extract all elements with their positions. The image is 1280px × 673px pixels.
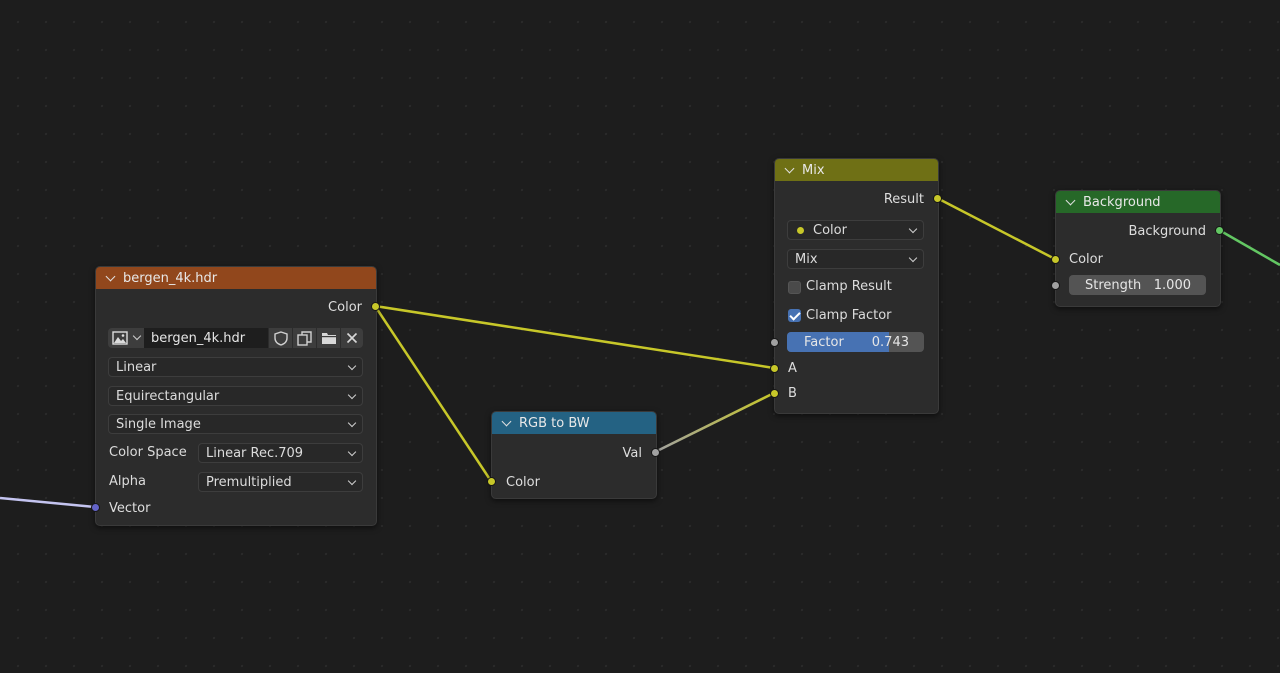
collapse-chevron-icon[interactable]	[1065, 195, 1076, 206]
mix-blend-mode-dropdown[interactable]: Mix	[787, 249, 924, 269]
chevron-down-icon	[132, 331, 142, 341]
link-background-to-output[interactable]	[1218, 228, 1280, 267]
source-dropdown[interactable]: Single Image	[108, 414, 363, 434]
link-image-to-rgbtobw[interactable]	[373, 305, 493, 482]
collapse-chevron-icon[interactable]	[784, 163, 795, 174]
mix-title: Mix	[802, 162, 825, 178]
image-texture-node[interactable]: bergen_4k.hdr Color bergen_4k.hdr Linear…	[91, 266, 380, 526]
mix-input-b-socket[interactable]	[770, 389, 779, 398]
mix-input-b-label: B	[788, 385, 797, 401]
chevron-down-icon	[908, 253, 918, 263]
fake-user-button[interactable]	[269, 328, 292, 348]
alpha-dropdown[interactable]: Premultiplied	[198, 472, 363, 492]
image-input-vector-row: Vector	[96, 497, 376, 519]
link-incoming-vector[interactable]	[0, 496, 96, 509]
source-value: Single Image	[116, 416, 201, 432]
clamp-result-label: Clamp Result	[806, 279, 892, 294]
open-image-button[interactable]	[317, 328, 340, 348]
rgb-to-bw-output-val-label: Val	[622, 445, 642, 461]
background-input-color-label: Color	[1069, 251, 1103, 267]
image-browse-button[interactable]	[108, 328, 144, 348]
alpha-value: Premultiplied	[206, 474, 292, 490]
factor-value: 0.743	[871, 334, 909, 350]
color-space-label: Color Space	[109, 445, 187, 460]
color-space-value: Linear Rec.709	[206, 445, 304, 461]
background-output-row: Background	[1056, 220, 1220, 242]
mix-input-a-label: A	[788, 360, 797, 376]
chevron-down-icon	[347, 361, 357, 371]
mix-input-b-row: B	[775, 382, 938, 404]
background-node[interactable]: Background Background Color Strength 1.0…	[1051, 190, 1224, 307]
chevron-down-icon	[908, 224, 918, 234]
strength-field[interactable]: Strength 1.000	[1069, 275, 1206, 295]
folder-icon	[321, 333, 336, 344]
rgb-to-bw-input-row: Color	[492, 471, 656, 493]
mix-data-type-dropdown[interactable]: Color	[787, 220, 924, 240]
mix-input-factor-socket[interactable]	[770, 338, 779, 347]
mix-output-result-socket[interactable]	[933, 194, 942, 203]
close-icon	[346, 332, 358, 344]
interpolation-dropdown[interactable]: Linear	[108, 357, 363, 377]
projection-dropdown[interactable]: Equirectangular	[108, 386, 363, 406]
image-output-color-label: Color	[328, 299, 362, 315]
link-rgbtobw-to-mix-b[interactable]	[654, 391, 775, 454]
unlink-image-button[interactable]	[341, 328, 363, 348]
duplicate-icon	[297, 330, 312, 346]
rgb-to-bw-output-val-socket[interactable]	[651, 448, 660, 457]
image-name-field[interactable]: bergen_4k.hdr	[144, 328, 268, 348]
mix-input-a-row: A	[775, 357, 938, 379]
color-space-dropdown[interactable]: Linear Rec.709	[198, 443, 363, 463]
rgb-to-bw-title: RGB to BW	[519, 415, 590, 431]
mix-blend-mode-value: Mix	[795, 251, 818, 267]
link-mix-to-background[interactable]	[936, 196, 1056, 261]
image-input-vector-label: Vector	[109, 500, 151, 516]
background-input-color-row: Color	[1056, 248, 1220, 270]
chevron-down-icon	[347, 476, 357, 486]
strength-value: 1.000	[1153, 277, 1191, 293]
image-node-title: bergen_4k.hdr	[123, 270, 218, 286]
rgb-to-bw-input-color-label: Color	[506, 474, 540, 490]
image-icon	[112, 331, 128, 345]
image-output-color-row: Color	[96, 296, 376, 318]
mix-data-type-value: Color	[813, 222, 847, 238]
factor-slider[interactable]: Factor 0.743	[787, 332, 924, 352]
background-node-header[interactable]: Background	[1056, 191, 1220, 213]
color-dot-icon	[797, 227, 804, 234]
image-output-color-socket[interactable]	[371, 302, 380, 311]
background-output-label: Background	[1128, 223, 1206, 239]
mix-node-header[interactable]: Mix	[775, 159, 938, 181]
strength-label: Strength	[1085, 277, 1142, 293]
rgb-to-bw-output-row: Val	[492, 442, 656, 464]
collapse-chevron-icon[interactable]	[105, 271, 116, 282]
projection-value: Equirectangular	[116, 388, 220, 404]
chevron-down-icon	[347, 447, 357, 457]
link-image-to-mix-a[interactable]	[374, 304, 775, 370]
background-output-socket[interactable]	[1215, 226, 1224, 235]
chevron-down-icon	[347, 390, 357, 400]
rgb-to-bw-node-header[interactable]: RGB to BW	[492, 412, 656, 434]
alpha-label: Alpha	[109, 474, 146, 489]
mix-output-result-row: Result	[775, 188, 938, 210]
factor-label: Factor	[804, 334, 844, 350]
image-name-value: bergen_4k.hdr	[151, 330, 246, 346]
rgb-to-bw-node[interactable]: RGB to BW Val Color	[487, 411, 660, 499]
image-texture-node-header[interactable]: bergen_4k.hdr	[96, 267, 376, 289]
chevron-down-icon	[347, 418, 357, 428]
shield-icon	[273, 330, 288, 346]
rgb-to-bw-input-color-socket[interactable]	[487, 477, 496, 486]
background-input-strength-socket[interactable]	[1051, 281, 1060, 290]
image-input-vector-socket[interactable]	[91, 503, 100, 512]
collapse-chevron-icon[interactable]	[501, 416, 512, 427]
interpolation-value: Linear	[116, 359, 157, 375]
duplicate-image-button[interactable]	[293, 328, 316, 348]
background-input-color-socket[interactable]	[1051, 255, 1060, 264]
clamp-factor-label: Clamp Factor	[806, 308, 892, 323]
clamp-factor-checkbox[interactable]	[788, 309, 801, 322]
mix-node[interactable]: Mix Result Color Mix Clamp Result Clamp …	[770, 158, 942, 414]
background-title: Background	[1083, 194, 1161, 210]
clamp-result-checkbox[interactable]	[788, 281, 801, 294]
mix-output-result-label: Result	[883, 191, 924, 207]
mix-input-a-socket[interactable]	[770, 364, 779, 373]
